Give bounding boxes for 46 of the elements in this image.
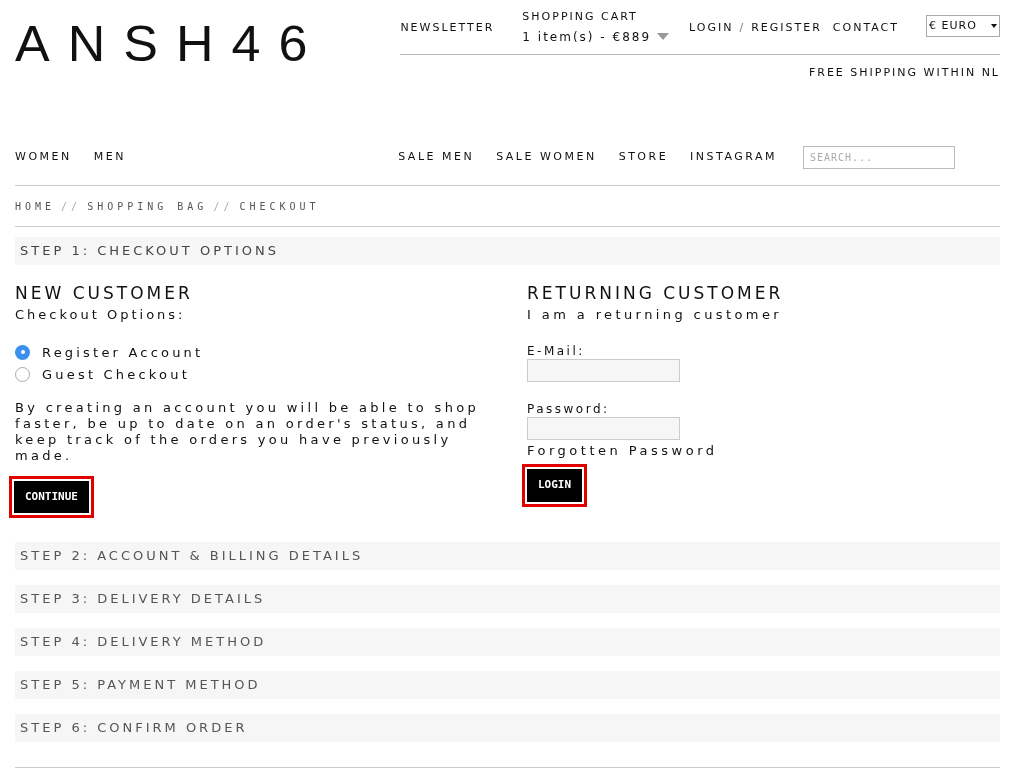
step-header[interactable]: STEP 4: DELIVERY METHOD — [15, 628, 1000, 656]
caret-icon — [657, 33, 670, 40]
step-header[interactable]: STEP 5: PAYMENT METHOD — [15, 671, 1000, 699]
breadcrumb-link[interactable]: SHOPPING BAG — [87, 198, 208, 214]
input-field[interactable] — [527, 417, 680, 440]
breadcrumb-separator: // — [61, 199, 82, 214]
nav-link[interactable]: MEN — [93, 149, 126, 166]
nav-link[interactable]: CONTACT — [832, 20, 899, 37]
nav-link[interactable]: NEWSLETTER — [400, 20, 495, 37]
nav-link[interactable]: STORE — [618, 149, 669, 166]
breadcrumb-separator: // — [213, 199, 234, 214]
step-header[interactable]: STEP 6: CONFIRM ORDER — [15, 714, 1000, 742]
breadcrumb-link[interactable]: CHECKOUT — [239, 198, 320, 214]
field-label: Password: — [527, 400, 611, 417]
nav-link[interactable]: INSTAGRAM — [690, 149, 777, 166]
nav-link[interactable]: LOGIN — [689, 20, 734, 37]
radio-label[interactable]: Register Account — [42, 342, 204, 362]
step-header[interactable]: STEP 3: DELIVERY DETAILS — [15, 585, 1000, 613]
separator: / — [739, 20, 746, 36]
caret-icon — [991, 24, 997, 28]
section-subheading: Checkout Options: — [15, 306, 187, 324]
shipping-notice: FREE SHIPPING WITHIN NL — [808, 64, 1000, 81]
logo[interactable]: ANSH46 — [15, 18, 326, 128]
breadcrumb-link[interactable]: HOME — [15, 198, 56, 214]
nav-link[interactable]: WOMEN — [15, 149, 72, 166]
section-heading: NEW CUSTOMER — [15, 282, 194, 304]
info-text: By creating an account you will be able to shop faster, be up to date on an order's status, and keep track of the orders you have previously made. — [15, 399, 480, 464]
step-header[interactable]: STEP 1: CHECKOUT OPTIONS — [15, 237, 1000, 265]
radio-button[interactable] — [15, 344, 30, 360]
nav-link[interactable]: SALE MEN — [398, 149, 475, 166]
cart-summary[interactable]: 1 item(s) - €889 — [522, 27, 670, 46]
section-heading: RETURNING CUSTOMER — [527, 282, 784, 304]
radio-button[interactable] — [15, 367, 30, 383]
currency-select[interactable]: € EURO — [926, 15, 1000, 37]
search-field[interactable]: SEARCH... — [803, 146, 955, 169]
submit-button[interactable]: CONTINUE — [14, 480, 89, 513]
radio-label[interactable]: Guest Checkout — [42, 365, 190, 385]
nav-link[interactable]: SALE WOMEN — [496, 149, 597, 166]
field-label: E-Mail: — [527, 342, 586, 359]
nav-link[interactable]: REGISTER — [751, 20, 822, 37]
forgotten-password-link[interactable]: Forgotten Password — [527, 440, 784, 460]
submit-button[interactable]: LOGIN — [527, 469, 583, 502]
cart-title[interactable]: SHOPPING CART — [522, 9, 670, 26]
section-subheading: I am a returning customer — [527, 306, 784, 324]
step-header[interactable]: STEP 2: ACCOUNT & BILLING DETAILS — [15, 542, 1000, 570]
input-field[interactable] — [527, 359, 680, 382]
